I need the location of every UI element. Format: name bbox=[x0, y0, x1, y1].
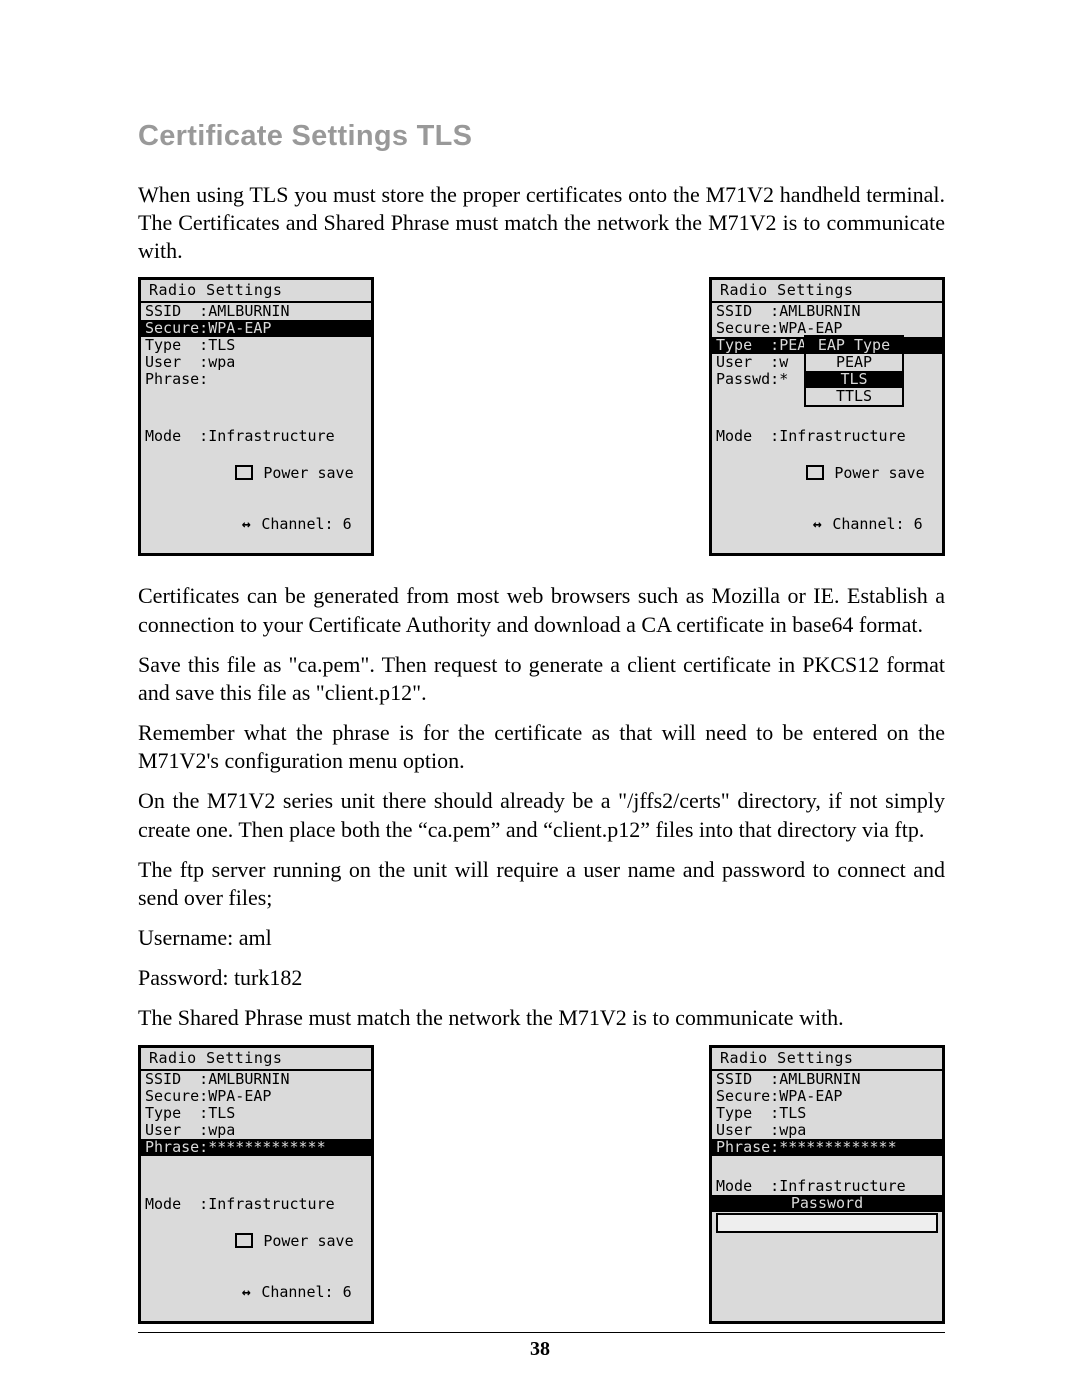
channel-row: ↔ Channel: 6 bbox=[716, 499, 938, 550]
paragraph: When using TLS you must store the proper… bbox=[138, 181, 945, 265]
document-page: { "heading": "Certificate Settings TLS",… bbox=[0, 0, 1080, 1397]
field-mode: Mode :Infrastructure bbox=[716, 1178, 938, 1195]
radio-settings-panel-4: Radio Settings SSID :AMLBURNIN Secure:WP… bbox=[709, 1045, 945, 1324]
field-type: Type :TLS bbox=[145, 1105, 367, 1122]
channel-label: Channel: 6 bbox=[261, 1283, 351, 1301]
eap-option-ttls: TTLS bbox=[806, 388, 902, 405]
power-save-row: Power save bbox=[145, 1216, 367, 1267]
field-user: User :wpa bbox=[145, 1122, 367, 1139]
field-ssid: SSID :AMLBURNIN bbox=[145, 303, 367, 320]
channel-label: Channel: 6 bbox=[832, 515, 922, 533]
field-ssid: SSID :AMLBURNIN bbox=[145, 1071, 367, 1088]
field-mode: Mode :Infrastructure bbox=[716, 428, 938, 445]
power-save-row: Power save bbox=[716, 448, 938, 499]
radio-settings-panel-2: Radio Settings SSID :AMLBURNIN Secure:WP… bbox=[709, 277, 945, 556]
panel-title: Radio Settings bbox=[141, 1048, 371, 1071]
channel-row: ↔ Channel: 6 bbox=[145, 499, 367, 550]
power-save-label: Power save bbox=[834, 464, 924, 482]
paragraph: Certificates can be generated from most … bbox=[138, 582, 945, 638]
page-number: 38 bbox=[0, 1338, 1080, 1361]
password-input-box bbox=[716, 1213, 938, 1233]
left-right-arrow-icon: ↔ bbox=[235, 516, 255, 533]
eap-popup-header: EAP Type bbox=[806, 337, 902, 354]
left-right-arrow-icon: ↔ bbox=[806, 516, 826, 533]
section-heading: Certificate Settings TLS bbox=[138, 120, 945, 153]
field-secure: Secure:WPA-EAP bbox=[145, 1088, 367, 1105]
paragraph-password: Password: turk182 bbox=[138, 964, 945, 992]
paragraph: On the M71V2 series unit there should al… bbox=[138, 787, 945, 843]
password-label: Password bbox=[712, 1195, 942, 1212]
field-type: Type :TLS bbox=[145, 337, 367, 354]
screens-row-1: Radio Settings SSID :AMLBURNIN Secure:WP… bbox=[138, 277, 945, 556]
power-save-row: Power save bbox=[145, 448, 367, 499]
checkbox-icon bbox=[235, 1233, 253, 1248]
paragraph: Remember what the phrase is for the cert… bbox=[138, 719, 945, 775]
field-type: Type :TLS bbox=[716, 1105, 938, 1122]
field-ssid: SSID :AMLBURNIN bbox=[716, 1071, 938, 1088]
eap-option-peap: PEAP bbox=[806, 354, 902, 371]
paragraph: The ftp server running on the unit will … bbox=[138, 856, 945, 912]
screens-row-2: Radio Settings SSID :AMLBURNIN Secure:WP… bbox=[138, 1045, 945, 1324]
field-phrase: Phrase:************* bbox=[141, 1139, 371, 1156]
radio-settings-panel-3: Radio Settings SSID :AMLBURNIN Secure:WP… bbox=[138, 1045, 374, 1324]
field-phrase: Phrase: bbox=[145, 371, 367, 388]
panel-title: Radio Settings bbox=[141, 280, 371, 303]
checkbox-icon bbox=[235, 465, 253, 480]
field-mode: Mode :Infrastructure bbox=[145, 1196, 367, 1213]
panel-title: Radio Settings bbox=[712, 1048, 942, 1071]
power-save-label: Power save bbox=[263, 1232, 353, 1250]
field-user: User :wpa bbox=[145, 354, 367, 371]
paragraph: Save this file as "ca.pem". Then request… bbox=[138, 651, 945, 707]
field-secure: Secure:WPA-EAP bbox=[141, 320, 371, 337]
eap-option-tls: TLS bbox=[806, 371, 902, 388]
paragraph-username: Username: aml bbox=[138, 924, 945, 952]
field-secure: Secure:WPA-EAP bbox=[716, 1088, 938, 1105]
left-right-arrow-icon: ↔ bbox=[235, 1284, 255, 1301]
checkbox-icon bbox=[806, 465, 824, 480]
eap-type-popup: EAP Type PEAP TLS TTLS bbox=[804, 335, 904, 407]
panel-title: Radio Settings bbox=[712, 280, 942, 303]
channel-label: Channel: 6 bbox=[261, 515, 351, 533]
field-phrase: Phrase:************* bbox=[712, 1139, 942, 1156]
field-ssid: SSID :AMLBURNIN bbox=[716, 303, 938, 320]
field-user: User :wpa bbox=[716, 1122, 938, 1139]
power-save-label: Power save bbox=[263, 464, 353, 482]
paragraph: The Shared Phrase must match the network… bbox=[138, 1004, 945, 1032]
field-mode: Mode :Infrastructure bbox=[145, 428, 367, 445]
footer-divider bbox=[138, 1332, 945, 1333]
channel-row: ↔ Channel: 6 bbox=[145, 1267, 367, 1318]
radio-settings-panel-1: Radio Settings SSID :AMLBURNIN Secure:WP… bbox=[138, 277, 374, 556]
